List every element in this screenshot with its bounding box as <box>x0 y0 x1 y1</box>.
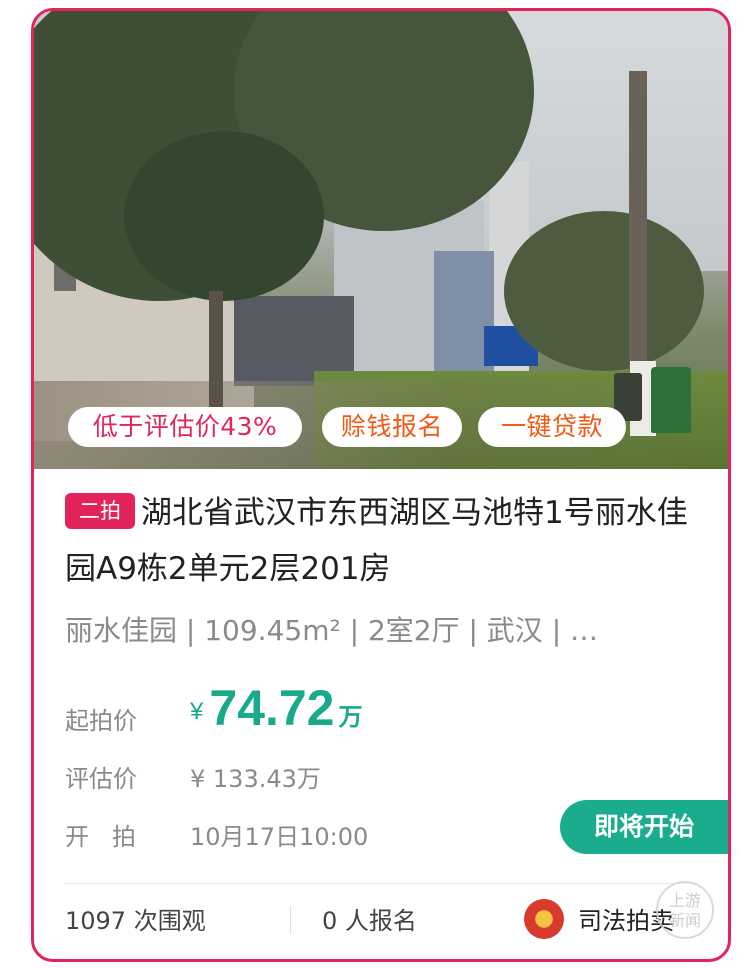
start-price-label: 起拍价 <box>65 707 137 735</box>
listing-meta: 丽水佳园 | 109.45m² | 2室2厅 | 武汉 | … <box>65 614 599 647</box>
news-watermark: 上游 新闻 <box>656 881 714 939</box>
signup-count: 0 人报名 <box>322 907 417 935</box>
start-price-value: 74.72 <box>209 680 335 736</box>
photo-tree <box>504 211 704 371</box>
start-time-label: 开 拍 <box>65 823 136 851</box>
photo-trunk <box>209 291 223 411</box>
eval-price-label: 评估价 <box>65 765 137 793</box>
start-price-currency: ¥ <box>190 698 204 725</box>
eval-price-value: ¥ 133.43万 <box>190 765 321 793</box>
property-photo[interactable]: 低于评估价43% 赊钱报名 一键贷款 <box>34 11 728 469</box>
discount-tag: 低于评估价43% <box>68 407 302 447</box>
auction-listing-card[interactable]: 低于评估价43% 赊钱报名 一键贷款 二拍 湖北省武汉市东西湖区马池特1号丽水佳园… <box>31 8 731 962</box>
start-price-unit: 万 <box>338 703 363 731</box>
court-emblem-icon <box>524 899 564 939</box>
credit-signup-tag[interactable]: 赊钱报名 <box>322 407 462 447</box>
start-time-value: 10月17日10:00 <box>190 823 369 851</box>
views-count: 1097 次围观 <box>65 907 206 935</box>
start-price: ¥74.72 万 <box>190 679 362 737</box>
photo-tree <box>124 131 324 301</box>
listing-title[interactable]: 二拍 湖北省武汉市东西湖区马池特1号丽水佳园A9栋2单元2层201房 <box>65 485 705 597</box>
photo-bin <box>651 367 691 433</box>
status-button[interactable]: 即将开始 <box>560 800 728 854</box>
auction-round-badge: 二拍 <box>65 493 135 529</box>
listing-title-text: 湖北省武汉市东西湖区马池特1号丽水佳园A9栋2单元2层201房 <box>65 495 688 587</box>
footer-separator <box>290 906 291 934</box>
loan-tag[interactable]: 一键贷款 <box>478 407 626 447</box>
footer-divider <box>65 883 697 884</box>
photo-trunk <box>629 71 647 371</box>
